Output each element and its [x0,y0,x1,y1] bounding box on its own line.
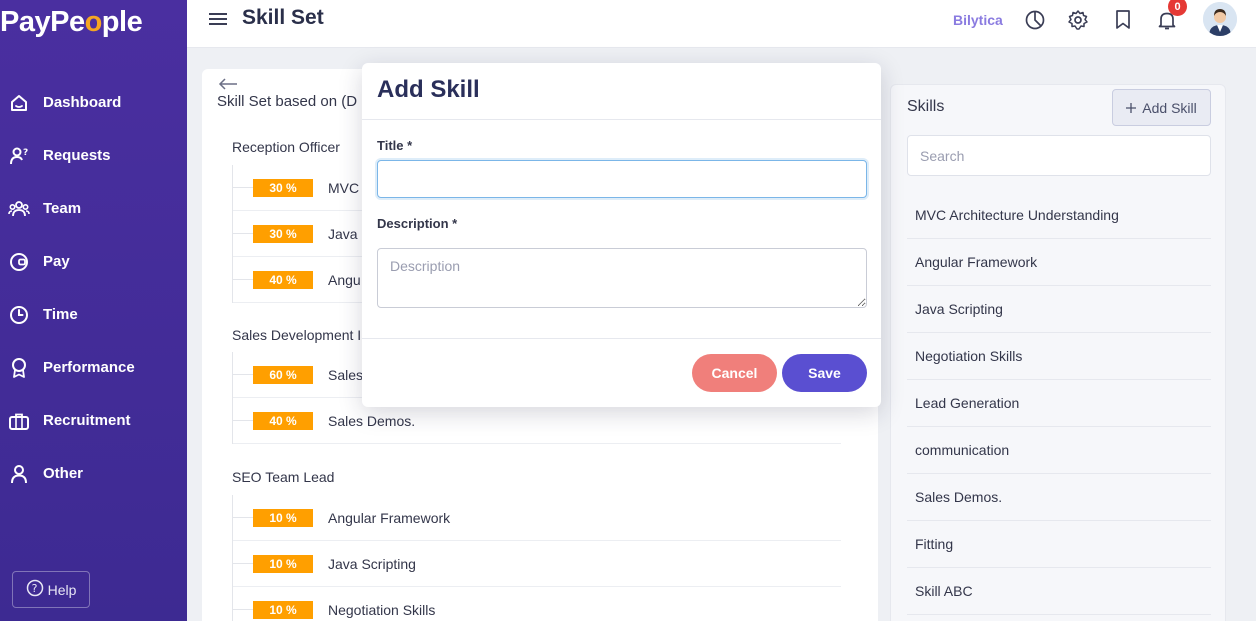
skill-name: Angular Framework [328,509,451,526]
list-item[interactable]: Java Scripting [907,286,1211,333]
sidebar-item-label: Recruitment [43,412,131,429]
logo-text-a: PayPe [0,5,85,38]
panel-title: Skill Set based on (D [217,93,358,110]
skill-row[interactable]: 10 % Java Scripting [233,541,841,587]
sidebar-item-label: Team [43,200,82,217]
avatar[interactable] [1203,2,1237,36]
team-icon [8,198,30,220]
home-icon [8,92,30,114]
divider [362,338,881,339]
skill-row[interactable]: 10 % Negotiation Skills [233,587,841,621]
gear-icon[interactable] [1066,8,1090,32]
briefcase-icon [8,410,30,432]
percent-badge: 30 % [253,178,313,197]
skill-name: MVC [328,179,360,196]
add-skill-button[interactable]: Add Skill [1112,89,1211,126]
company-name[interactable]: Bilytica [953,12,1003,28]
help-icon: ? [26,579,44,600]
percent-badge: 10 % [253,600,313,619]
award-icon [8,357,30,379]
list-item[interactable]: Angular Framework [907,239,1211,286]
user-icon [8,463,30,485]
percent-badge: 60 % [253,365,313,384]
percent-badge: 40 % [253,411,313,430]
sidebar-item-dashboard[interactable]: Dashboard [0,76,187,129]
list-item[interactable]: MVC Architecture Understanding [907,192,1211,239]
skills-title: Skills [907,98,945,115]
description-label: Description * [377,216,458,231]
list-item[interactable]: communication [907,427,1211,474]
group-title: SEO Team Lead [232,469,335,485]
skill-name: Sales Demos. [328,412,416,429]
list-item[interactable]: Fitting [907,521,1211,568]
search-input[interactable] [907,135,1211,176]
skill-name: Java Scripting [328,555,416,572]
percent-badge: 10 % [253,554,313,573]
add-skill-label: Add Skill [1142,99,1197,116]
skill-tree: 10 % Angular Framework 10 % Java Scripti… [232,495,841,621]
svg-text:?: ? [31,582,37,595]
skill-name: Angu [328,271,361,288]
sidebar-item-label: Requests [43,147,111,164]
clock-icon [8,304,30,326]
notification-badge: 0 [1168,0,1187,16]
sidebar-item-recruitment[interactable]: Recruitment [0,394,187,447]
list-item[interactable]: Lead Generation [907,380,1211,427]
divider [362,119,881,120]
svg-text:?: ? [23,148,28,158]
sidebar-item-label: Performance [43,359,135,376]
percent-badge: 10 % [253,508,313,527]
skill-group: Sales Development I [232,327,361,343]
skills-panel: Skills Add Skill MVC Architecture Unders… [890,84,1226,621]
skill-row[interactable]: 10 % Angular Framework [233,495,841,541]
skill-group: SEO Team Lead [232,469,334,485]
wallet-icon [8,251,30,273]
menu-icon[interactable] [209,12,227,26]
sidebar-item-label: Dashboard [43,94,122,111]
sidebar-item-other[interactable]: Other [0,447,187,500]
skill-name: Java [328,225,358,242]
plus-icon [1126,100,1137,116]
page-title: Skill Set [242,6,324,29]
title-label: Title * [377,138,413,153]
sidebar-item-team[interactable]: Team [0,182,187,235]
skill-name: Negotiation Skills [328,601,436,618]
help-button[interactable]: ? Help [12,571,90,608]
app-logo[interactable]: PayPe o ple [0,2,143,42]
sidebar-item-label: Time [43,306,78,323]
bookmark-icon[interactable] [1111,8,1135,32]
sidebar-item-label: Pay [43,253,70,270]
save-button[interactable]: Save [782,354,867,392]
group-title: Reception Officer [232,139,340,155]
pie-chart-icon[interactable] [1023,8,1047,32]
cancel-button[interactable]: Cancel [692,354,777,392]
add-skill-modal: Add Skill Title * Description * Cancel S… [362,63,881,407]
percent-badge: 30 % [253,224,313,243]
logo-text-b: o [84,5,103,38]
skill-group: Reception Officer [232,139,340,155]
top-header: Skill Set Bilytica 0 [187,0,1256,48]
skill-list: MVC Architecture Understanding Angular F… [907,192,1211,615]
sidebar-item-performance[interactable]: Performance [0,341,187,394]
group-title: Sales Development I [232,327,362,343]
sidebar: PayPe o ple Dashboard ? Requests Team Pay [0,0,187,621]
percent-badge: 40 % [253,270,313,289]
description-field[interactable] [377,248,867,308]
list-item[interactable]: Negotiation Skills [907,333,1211,380]
user-question-icon: ? [8,145,30,167]
sidebar-item-requests[interactable]: ? Requests [0,129,187,182]
sidebar-nav: Dashboard ? Requests Team Pay Time Perfo… [0,76,187,500]
list-item[interactable]: Sales Demos. [907,474,1211,521]
sidebar-item-time[interactable]: Time [0,288,187,341]
title-field[interactable] [377,160,867,198]
sidebar-item-pay[interactable]: Pay [0,235,187,288]
help-label: Help [47,581,77,598]
sidebar-item-label: Other [43,465,84,482]
skill-name: Sales [328,366,364,383]
logo-text-c: ple [101,5,143,38]
modal-title: Add Skill [377,76,480,103]
list-item[interactable]: Skill ABC [907,568,1211,615]
